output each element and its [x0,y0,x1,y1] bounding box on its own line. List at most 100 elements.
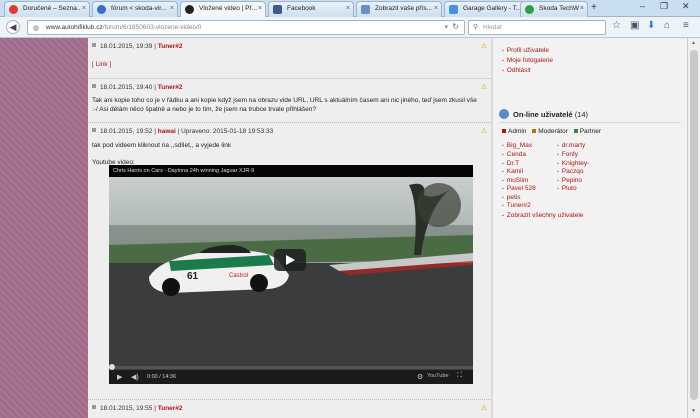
online-user[interactable]: Dr.T [502,160,519,167]
close-icon[interactable]: × [434,5,438,12]
report-icon[interactable]: ⚠ [481,83,487,91]
maximize-icon[interactable]: ❐ [660,1,668,12]
online-user[interactable]: Pepino [557,177,582,184]
online-user[interactable]: Tuner#2 [502,202,531,209]
post: 18.01.2015, 19:39 | Tuner#2 ⚠ [ Link ] [88,38,491,74]
forum-thread: 18.01.2015, 19:39 | Tuner#2 ⚠ [ Link ] 1… [88,38,491,418]
post-edited: | Upraveno: 2015-01-18 19:53:33 [177,128,274,135]
close-icon[interactable]: × [82,5,86,12]
tab-seznam[interactable]: Doručené – Sezna... × [4,1,90,17]
youtube-video-player[interactable]: 61 Castrol Chris Harris on Cars - Dayton… [109,165,473,384]
online-user[interactable]: Knightey- [557,160,589,167]
svg-text:61: 61 [187,271,199,282]
post-date: 18.01.2015, 19:39 [100,43,153,50]
url-bar[interactable]: ◍ www.autohifiklub.cz/forum/6/1850603-vl… [27,20,465,35]
bookmark-star-icon[interactable]: ☆ [612,20,621,31]
tab-label: Škoda TechWeb -... [539,5,579,12]
video-time: 0:00 / 14:36 [147,374,177,380]
logout-link[interactable]: Odhlásit [502,67,531,74]
online-user[interactable]: Paczqo [557,168,584,175]
new-tab-icon[interactable]: + [591,2,597,13]
post-header: 18.01.2015, 19:55 | Tuner#2 [92,405,183,412]
volume-icon[interactable]: ◀) [131,373,139,381]
tab-label: Doručené – Sezna... [23,5,81,12]
page-icon [361,5,370,14]
minimize-icon[interactable]: – [640,1,645,11]
close-window-icon[interactable]: ✕ [682,1,690,12]
report-icon[interactable]: ⚠ [481,42,487,50]
close-icon[interactable]: × [346,5,350,12]
online-user[interactable]: muSlim [502,177,529,184]
profile-link[interactable]: Profil uživatele [502,47,549,54]
online-user[interactable]: Pavel 528 [502,185,536,192]
back-icon[interactable]: ◀ [6,20,20,34]
url-host: www.autohifiklub.cz [46,24,103,31]
video-controls: ▶ ◀) 0:00 / 14:36 ⚙ YouTube ⛶ [109,370,473,384]
bookmarks-list-icon[interactable]: ▣ [630,20,639,31]
video-progress-bar[interactable] [109,364,473,370]
page-scrollbar[interactable]: ▲ ▼ [687,38,700,418]
online-users-heading: On-line uživatelé (14) [499,106,681,123]
fullscreen-icon[interactable]: ⛶ [457,372,462,380]
online-count: (14) [574,110,589,119]
page-content: 18.01.2015, 19:39 | Tuner#2 ⚠ [ Link ] 1… [88,38,687,418]
navigation-bar: ◀ ◍ www.autohifiklub.cz/forum/6/1850603-… [0,17,700,38]
report-icon[interactable]: ⚠ [481,404,487,412]
tab-label: Garage Gallery - T... [463,5,521,12]
online-user[interactable]: Fonfy [557,151,578,158]
tab-label: Zobrazit vaše přís... [375,5,433,12]
post-author[interactable]: Tuner#2 [158,43,183,50]
post-author[interactable]: Tuner#2 [158,84,183,91]
menu-icon[interactable]: ≡ [683,20,689,31]
scroll-up-icon[interactable]: ▲ [691,40,696,46]
online-user[interactable]: Big_Max [502,142,532,149]
play-icon[interactable]: ▶ [117,373,122,381]
post-header: 18.01.2015, 19:39 | Tuner#2 [92,43,183,50]
reload-icon[interactable]: ↻ [452,22,459,31]
globe-icon: ◍ [33,25,40,32]
forum-icon [97,5,106,14]
online-user[interactable]: Cenda [502,151,526,158]
post-author[interactable]: hawai [158,128,176,135]
post-date: 18.01.2015, 19:55 [100,405,153,412]
seznam-icon [9,5,18,14]
tab-facebook[interactable]: Facebook × [268,1,354,17]
close-icon[interactable]: × [258,5,262,12]
post-author[interactable]: Tuner#2 [158,405,183,412]
home-icon[interactable]: ⌂ [664,20,670,31]
online-user[interactable]: Kamil [502,168,523,175]
photo-gallery-link[interactable]: Moje fotogalerie [502,57,553,64]
scroll-down-icon[interactable]: ▼ [691,408,696,414]
post-header: 18.01.2015, 19:52 | hawai | Upraveno: 20… [92,128,273,135]
tab-zobrazit[interactable]: Zobrazit vaše přís... × [356,1,442,17]
show-all-users-link[interactable]: Zobrazit všechny uživatele [502,212,584,219]
dropdown-icon[interactable]: ▾ [444,23,448,31]
settings-icon[interactable]: ⚙ [417,373,423,381]
tab-techweb[interactable]: Škoda TechWeb -... × [520,1,588,17]
garage-icon [449,5,458,14]
tab-label: Facebook [287,5,316,12]
legend-admin: Admin [508,128,527,135]
tab-forum[interactable]: fórum < skoda-vir... × [92,1,178,17]
play-button[interactable] [274,249,306,271]
online-user[interactable]: petis [502,194,521,201]
tab-vlozene-video[interactable]: Vložené video | Př... × [180,1,266,18]
post-body: tak pod videem kliknout na ,,sdílet,, a … [92,142,232,149]
youtube-logo[interactable]: YouTube [427,373,449,379]
scrollbar-thumb[interactable] [690,50,698,400]
post: 18.01.2015, 19:40 | Tuner#2 ⚠ Tak ani ko… [88,78,491,120]
report-icon[interactable]: ⚠ [481,127,487,135]
online-title: On-line uživatelé [513,110,573,119]
techweb-icon [525,5,534,14]
close-icon[interactable]: × [580,5,584,12]
tab-garage[interactable]: Garage Gallery - T... × [444,1,530,17]
facebook-icon [273,5,282,14]
online-user[interactable]: Pluto [557,185,577,192]
online-user[interactable]: dr.marty [557,142,585,149]
tab-label: fórum < skoda-vir... [111,5,167,12]
legend-partner: Partner [579,128,602,135]
download-icon[interactable]: ⬇ [647,20,655,31]
close-icon[interactable]: × [170,5,174,12]
post-link[interactable]: [ Link ] [92,61,111,70]
search-input[interactable]: ⚲ Hledat [468,20,606,35]
